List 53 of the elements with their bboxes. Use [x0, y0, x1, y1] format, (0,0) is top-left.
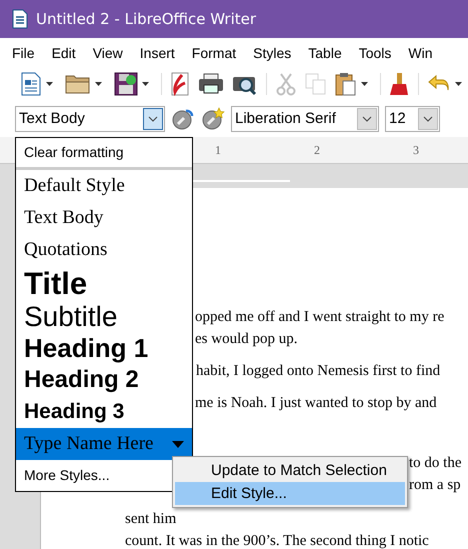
- style-option[interactable]: Title: [16, 266, 192, 302]
- menu-item[interactable]: Edit Style...: [175, 482, 405, 505]
- chevron-down-icon[interactable]: [148, 116, 158, 122]
- caret-icon[interactable]: [142, 82, 149, 86]
- font-name-field[interactable]: Liberation Serif: [231, 106, 379, 132]
- document-icon: [12, 9, 28, 29]
- menu-item[interactable]: Update to Match Selection: [175, 459, 405, 482]
- paragraph-style-field[interactable]: Text Body: [15, 106, 165, 132]
- font-size-field[interactable]: 12: [385, 106, 440, 132]
- paintbrush-icon[interactable]: [388, 72, 410, 96]
- folder-icon[interactable]: [65, 73, 91, 95]
- clipboard-icon[interactable]: [334, 72, 356, 96]
- document-text: sent him: [125, 510, 176, 529]
- document-text: opped me off and I went straight to my re: [195, 308, 444, 327]
- menu-item[interactable]: Format: [184, 45, 244, 61]
- ruler-number: 1: [215, 142, 221, 158]
- document-text: me is Noah. I just wanted to stop by and: [195, 394, 437, 413]
- style-option[interactable]: Quotations: [16, 234, 192, 266]
- document-text: es would pop up.: [195, 330, 298, 349]
- menu-item[interactable]: Tools: [352, 45, 398, 61]
- style-option[interactable]: Text Body: [16, 202, 192, 234]
- caret-icon[interactable]: [95, 82, 102, 86]
- style-option[interactable]: Subtitle: [16, 302, 192, 332]
- wrench-star-icon[interactable]: [201, 106, 225, 130]
- chevron-down-icon[interactable]: [423, 116, 433, 122]
- document-text: count. It was in the 900’s. The second thing I notic: [125, 532, 429, 549]
- ruler-number: 2: [314, 142, 320, 158]
- caret-icon[interactable]: [455, 82, 462, 86]
- style-option[interactable]: Heading 1: [16, 332, 192, 364]
- menu-item[interactable]: File: [5, 45, 42, 61]
- pdf-icon[interactable]: [170, 72, 190, 96]
- style-option[interactable]: Heading 2: [16, 364, 192, 396]
- wrench-refresh-icon[interactable]: [171, 106, 195, 130]
- printer-icon[interactable]: [198, 73, 224, 95]
- chevron-down-icon[interactable]: [362, 116, 372, 122]
- style-option[interactable]: Default Style: [16, 170, 192, 202]
- menu-item[interactable]: Table: [301, 45, 349, 61]
- document-text: rom a sp: [409, 476, 461, 495]
- style-option[interactable]: Type Name Here: [16, 428, 192, 460]
- document-text: habit, I logged onto Nemesis first to find: [196, 362, 440, 381]
- menu-item[interactable]: Win: [401, 45, 440, 61]
- document-icon[interactable]: [20, 72, 42, 96]
- caret-icon[interactable]: [46, 82, 53, 86]
- document-text: to do the: [409, 454, 462, 473]
- ruler-number: 3: [413, 142, 419, 158]
- menu-item[interactable]: Edit: [44, 45, 83, 61]
- menu-item[interactable]: Insert: [132, 45, 182, 61]
- menu-item[interactable]: View: [86, 45, 130, 61]
- caret-icon[interactable]: [360, 82, 368, 86]
- style-option[interactable]: Heading 3: [16, 396, 192, 428]
- style-option[interactable]: Clear formatting: [16, 138, 192, 170]
- menu-item[interactable]: Styles: [246, 45, 298, 61]
- window-title: Untitled 2 - LibreOffice Writer: [36, 10, 256, 28]
